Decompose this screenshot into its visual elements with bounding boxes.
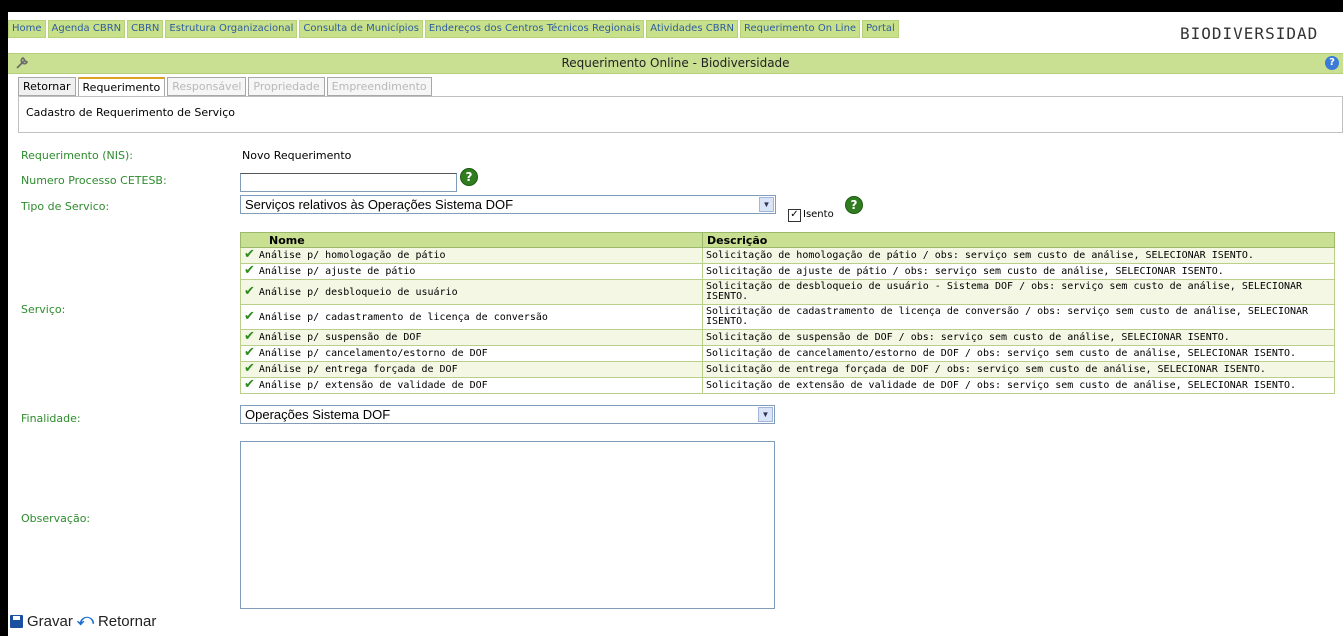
tab-bar: Retornar Requerimento Responsável Propri… — [18, 77, 432, 97]
service-name-cell[interactable]: ✔ Análise p/ suspensão de DOF — [240, 329, 703, 346]
check-icon: ✔ — [244, 247, 255, 262]
service-name-cell[interactable]: ✔ Análise p/ extensão de validade de DOF — [240, 377, 703, 394]
service-name: Análise p/ ajuste de pátio — [258, 266, 416, 277]
tab-retornar[interactable]: Retornar — [18, 77, 76, 96]
title-bar: Requerimento Online - Biodiversidade ? — [8, 53, 1343, 74]
nav-link-enderecos[interactable]: Endereços dos Centros Técnicos Regionais — [424, 20, 645, 38]
top-nav: Home Agenda CBRN CBRN Estrutura Organiza… — [8, 20, 899, 40]
nav-link-home[interactable]: Home — [8, 20, 46, 38]
service-desc: Solicitação de cadastramento de licença … — [702, 304, 1335, 330]
nis-label: Requerimento (NIS): — [21, 149, 133, 162]
table-row[interactable]: ✔ Análise p/ homologação de pátio Solicit… — [240, 247, 1335, 264]
table-row[interactable]: ✔ Análise p/ ajuste de pátio Solicitação … — [240, 263, 1335, 280]
observacao-textarea[interactable] — [240, 441, 775, 609]
servico-label: Serviço: — [21, 303, 66, 316]
chevron-down-icon[interactable]: ▼ — [759, 197, 774, 212]
nav-link-cbrn[interactable]: CBRN — [127, 20, 164, 38]
nis-value: Novo Requerimento — [242, 149, 352, 162]
service-name-cell[interactable]: ✔ Análise p/ homologação de pátio — [240, 247, 703, 264]
help-icon[interactable]: ? — [1325, 56, 1339, 70]
check-icon: ✔ — [244, 361, 255, 376]
check-icon: ✔ — [244, 345, 255, 360]
service-name-cell[interactable]: ✔ Análise p/ desbloqueio de usuário — [240, 279, 703, 305]
section-subtitle: Cadastro de Requerimento de Serviço — [26, 106, 236, 119]
table-row[interactable]: ✔ Análise p/ cancelamento/estorno de DOF … — [240, 345, 1335, 362]
isento-checkbox[interactable]: ✓ — [788, 209, 801, 222]
retornar-button[interactable]: Retornar — [98, 613, 156, 630]
nav-link-consulta-municipios[interactable]: Consulta de Municípios — [299, 20, 423, 38]
action-bar: Gravar ⤺ Retornar — [10, 612, 156, 630]
table-header-row: Nome Descrição — [240, 232, 1335, 248]
tipo-servico-label: Tipo de Servico: — [21, 200, 110, 213]
table-row[interactable]: ✔ Análise p/ extensão de validade de DOF … — [240, 377, 1335, 394]
tipo-servico-value: Serviços relativos às Operações Sistema … — [245, 197, 514, 212]
service-desc: Solicitação de extensão de validade de D… — [702, 377, 1335, 394]
page-frame: Home Agenda CBRN CBRN Estrutura Organiza… — [8, 12, 1343, 636]
nav-link-agenda-cbrn[interactable]: Agenda CBRN — [47, 20, 126, 38]
tab-empreendimento: Empreendimento — [326, 77, 432, 96]
brand-title: BIODIVERSIDAD — [1180, 24, 1319, 43]
services-table: Nome Descrição ✔ Análise p/ homologação d… — [240, 232, 1335, 394]
finalidade-label: Finalidade: — [21, 412, 81, 425]
table-row[interactable]: ✔ Análise p/ cadastramento de licença de … — [240, 304, 1335, 330]
processo-label: Numero Processo CETESB: — [21, 174, 167, 187]
processo-input[interactable] — [240, 173, 457, 192]
isento-label: Isento — [803, 209, 834, 220]
section-header: Cadastro de Requerimento de Serviço — [18, 96, 1343, 133]
col-nome: Nome — [240, 232, 703, 248]
gravar-button[interactable]: Gravar — [27, 613, 73, 630]
finalidade-value: Operações Sistema DOF — [245, 407, 391, 422]
chevron-down-icon[interactable]: ▼ — [758, 407, 773, 422]
service-name-cell[interactable]: ✔ Análise p/ cancelamento/estorno de DOF — [240, 345, 703, 362]
save-icon[interactable] — [10, 614, 23, 628]
check-icon: ✔ — [244, 329, 255, 344]
service-desc: Solicitação de suspensão de DOF / obs: s… — [702, 329, 1335, 346]
check-icon: ✔ — [244, 263, 255, 278]
service-desc: Solicitação de homologação de pátio / ob… — [702, 247, 1335, 264]
page-title: Requerimento Online - Biodiversidade — [561, 56, 790, 70]
check-icon: ✔ — [244, 308, 255, 324]
service-name-cell[interactable]: ✔ Análise p/ entrega forçada de DOF — [240, 361, 703, 378]
service-desc: Solicitação de desbloqueio de usuário - … — [702, 279, 1335, 305]
check-icon: ✔ — [244, 283, 255, 299]
nav-link-portal[interactable]: Portal — [862, 20, 899, 38]
tab-requerimento[interactable]: Requerimento — [77, 77, 166, 97]
service-name: Análise p/ extensão de validade de DOF — [258, 380, 488, 391]
nav-link-atividades[interactable]: Atividades CBRN — [646, 20, 738, 38]
service-name: Análise p/ entrega forçada de DOF — [258, 364, 458, 375]
service-name: Análise p/ cancelamento/estorno de DOF — [258, 348, 488, 359]
service-name: Análise p/ desbloqueio de usuário — [258, 286, 458, 298]
service-name: Análise p/ cadastramento de licença de c… — [258, 311, 548, 323]
table-row[interactable]: ✔ Análise p/ entrega forçada de DOF Solic… — [240, 361, 1335, 378]
table-row[interactable]: ✔ Análise p/ suspensão de DOF Solicitação… — [240, 329, 1335, 346]
service-desc: Solicitação de cancelamento/estorno de D… — [702, 345, 1335, 362]
service-desc: Solicitação de ajuste de pátio / obs: se… — [702, 263, 1335, 280]
nav-link-requerimento[interactable]: Requerimento On Line — [740, 20, 861, 38]
observacao-label: Observação: — [21, 512, 91, 525]
isento-help-icon[interactable]: ? — [845, 196, 863, 214]
nav-link-estrutura[interactable]: Estrutura Organizacional — [165, 20, 298, 38]
table-row[interactable]: ✔ Análise p/ desbloqueio de usuário Solic… — [240, 279, 1335, 305]
service-name: Análise p/ homologação de pátio — [258, 250, 446, 261]
col-descricao: Descrição — [702, 232, 1335, 248]
tab-responsavel: Responsável — [167, 77, 247, 96]
service-name-cell[interactable]: ✔ Análise p/ cadastramento de licença de … — [240, 304, 703, 330]
return-arrow-icon[interactable]: ⤺ — [77, 612, 94, 630]
service-desc: Solicitação de entrega forçada de DOF / … — [702, 361, 1335, 378]
service-name-cell[interactable]: ✔ Análise p/ ajuste de pátio — [240, 263, 703, 280]
check-icon: ✔ — [244, 377, 255, 392]
tipo-servico-select[interactable]: Serviços relativos às Operações Sistema … — [240, 195, 776, 214]
tab-propriedade: Propriedade — [248, 77, 325, 96]
finalidade-select[interactable]: Operações Sistema DOF ▼ — [240, 405, 775, 424]
help-question-icon[interactable]: ? — [460, 168, 478, 186]
service-name: Análise p/ suspensão de DOF — [258, 332, 422, 343]
